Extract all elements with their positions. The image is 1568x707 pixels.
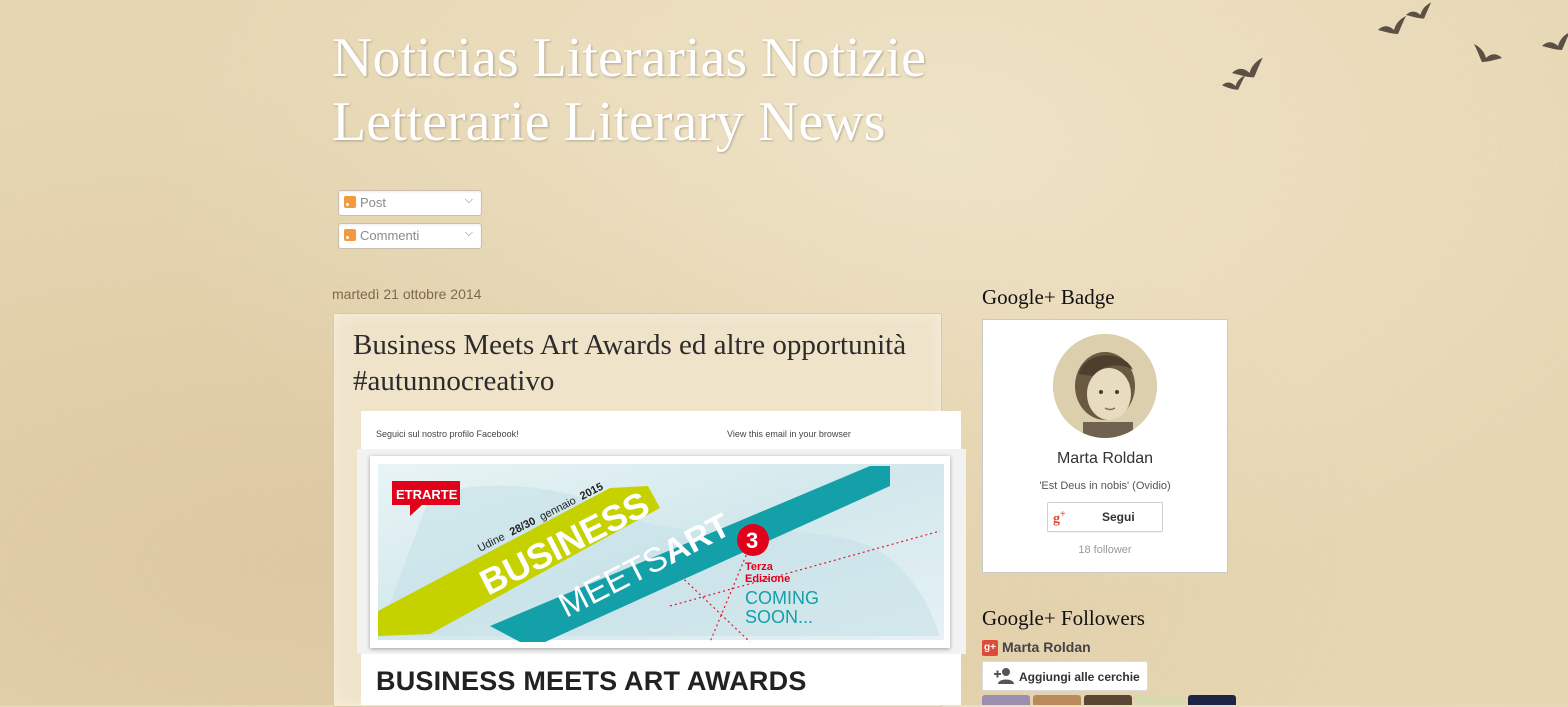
follower-avatar[interactable] bbox=[982, 695, 1030, 705]
facebook-follow-link[interactable]: Seguici sul nostro profilo Facebook! bbox=[376, 429, 519, 439]
subscribe-comments-dropdown[interactable]: Commenti ⌵ bbox=[338, 223, 482, 249]
add-to-circles-button[interactable]: Aggiungi alle cerchie bbox=[982, 661, 1148, 691]
business-meets-art-banner[interactable]: ETRARTE Udine 28/30 gennaio 2015 BUSINES… bbox=[370, 456, 950, 648]
edition-number: 3 bbox=[746, 528, 758, 553]
bird-icon bbox=[1378, 16, 1406, 34]
awards-heading: BUSINESS MEETS ART AWARDS bbox=[376, 666, 807, 696]
edition-line-2: Edizione bbox=[745, 573, 790, 585]
google-plus-badge: Marta Roldan 'Est Deus in nobis' (Ovidio… bbox=[982, 319, 1228, 573]
edition-line-1: Terza bbox=[745, 561, 774, 573]
followers-widget-title: Google+ Followers bbox=[982, 606, 1145, 630]
banner-graphic: ETRARTE Udine 28/30 gennaio 2015 BUSINES… bbox=[378, 464, 944, 643]
bird-icon bbox=[1474, 44, 1502, 62]
follow-button[interactable]: g+ Segui bbox=[1047, 502, 1163, 532]
follower-avatar[interactable] bbox=[1188, 695, 1236, 705]
badge-quote: 'Est Deus in nobis' (Ovidio) bbox=[1039, 480, 1171, 492]
add-person-icon bbox=[994, 668, 1014, 684]
view-in-browser-link[interactable]: View this email in your browser bbox=[727, 429, 851, 439]
blog-title[interactable]: Noticias Literarias Notizie Letterarie L… bbox=[332, 26, 1092, 154]
avatar[interactable] bbox=[1053, 334, 1157, 438]
followers-owner-link[interactable]: Marta Roldan bbox=[1002, 639, 1091, 655]
chevron-down-icon: ⌵ bbox=[464, 194, 473, 206]
subscribe-posts-dropdown[interactable]: Post ⌵ bbox=[338, 190, 482, 216]
coming-line-1: COMING bbox=[745, 588, 819, 608]
badge-widget-title: Google+ Badge bbox=[982, 285, 1115, 309]
google-plus-icon: g+ bbox=[1053, 509, 1066, 527]
rss-feed-icon bbox=[344, 229, 356, 241]
follower-avatar[interactable] bbox=[1135, 695, 1183, 705]
google-plus-icon: g+ bbox=[982, 640, 998, 656]
birds-decoration bbox=[1222, 2, 1568, 90]
bird-icon bbox=[1542, 33, 1568, 50]
follower-avatar[interactable] bbox=[1084, 695, 1132, 705]
etrarte-logo-text: ETRARTE bbox=[396, 487, 458, 502]
coming-line-2: SOON... bbox=[745, 607, 813, 627]
rss-feed-icon bbox=[344, 196, 356, 208]
follow-button-label: Segui bbox=[1102, 510, 1135, 524]
chevron-down-icon: ⌵ bbox=[464, 227, 473, 239]
bird-icon bbox=[1406, 2, 1432, 19]
add-to-circles-label: Aggiungi alle cerchie bbox=[1019, 670, 1140, 684]
bird-icon bbox=[1232, 57, 1263, 78]
follower-avatar[interactable] bbox=[1033, 695, 1081, 705]
bird-icon bbox=[1222, 75, 1246, 90]
subscribe-comments-label: Commenti bbox=[360, 228, 420, 243]
post-date: martedì 21 ottobre 2014 bbox=[332, 286, 482, 302]
follower-count: 18 follower bbox=[1078, 544, 1132, 556]
follower-thumbnails bbox=[982, 695, 1242, 705]
subscribe-posts-label: Post bbox=[360, 195, 387, 210]
badge-name[interactable]: Marta Roldan bbox=[983, 450, 1227, 468]
post-title[interactable]: Business Meets Art Awards ed altre oppor… bbox=[353, 327, 913, 399]
